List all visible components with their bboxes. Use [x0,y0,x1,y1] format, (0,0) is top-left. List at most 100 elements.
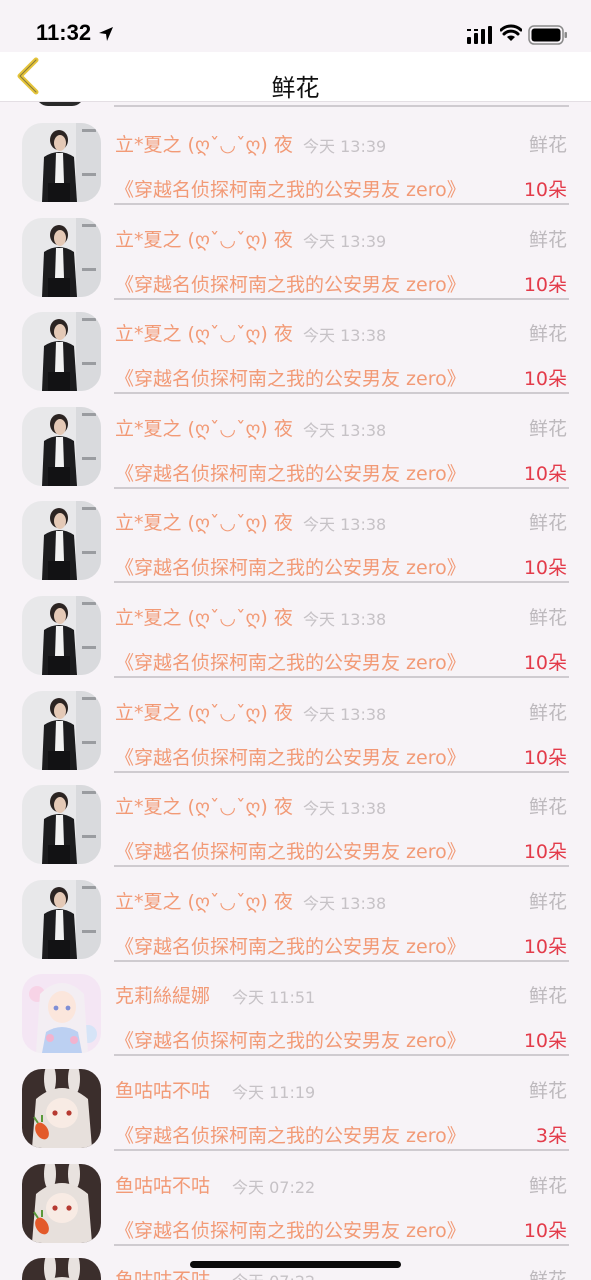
timestamp: 今天 11:19 [232,1083,316,1102]
list-item[interactable]: 立*夏之 (ღˇ◡ˇღ) 夜今天 13:38 鲜花《穿越名侦探柯南之我的公安男友 … [0,578,591,678]
status-time: 11:32 [36,20,92,45]
location-arrow-icon [99,27,113,41]
nav-bar: 鲜花 [0,52,591,102]
list-item[interactable]: 立*夏之 (ღˇ◡ˇღ) 夜今天 13:38 鲜花《穿越名侦探柯南之我的公安男友 … [0,673,591,773]
sender-name[interactable]: 立*夏之 (ღˇ◡ˇღ) 夜 [115,887,293,914]
gift-count: 10朵 [523,1219,567,1242]
book-title[interactable]: 《穿越名侦探柯南之我的公安男友 zero》 [115,553,466,580]
page-title: 鲜花 [271,74,320,102]
home-indicator[interactable] [190,1261,401,1268]
user-avatar-photo [22,974,101,1054]
user-avatar-photo [22,1163,101,1243]
list-item[interactable]: 克莉絲緹娜 今天 11:51 鲜花《穿越名侦探柯南之我的公安男友 zero》 10朵 [0,956,591,1057]
user-avatar-photo [22,123,101,202]
sender-name[interactable]: 立*夏之 (ღˇ◡ˇღ) 夜 [115,414,293,441]
timestamp: 今天 11:51 [232,988,316,1008]
timestamp: 今天 13:39 [303,137,387,156]
timestamp: 今天 13:38 [303,893,387,913]
sender-name[interactable]: 鱼咕咕不咕 [115,1076,210,1103]
list-item[interactable]: 立*夏之 (ღˇ◡ˇღ) 夜今天 13:39 鲜花 《穿越名侦探柯南之我的公安男友 … [0,200,591,300]
timestamp: 今天 07:22 [232,1268,315,1280]
screen: 11:32 鲜花 立*夏之 (ღˇ◡ˇღ) 夜 今天 13:39 鲜花 《穿越名… [0,0,591,1280]
gift-count: 10朵 [523,1030,567,1053]
user-avatar-photo [22,596,101,675]
avatar[interactable] [22,974,101,1054]
gift-count: 10朵 [523,652,567,674]
avatar[interactable] [22,596,101,675]
avatar[interactable] [22,690,101,770]
book-title[interactable]: 《穿越名侦探柯南之我的公安男友 zero》 [115,743,466,770]
user-avatar-photo [22,406,101,486]
avatar[interactable] [22,785,101,865]
timestamp: 今天 13:38 [303,704,387,724]
book-title[interactable]: 《穿越名侦探柯南之我的公安男友 zero》 [115,1121,466,1148]
gift-type: 鲜花 [528,134,567,156]
user-avatar-photo [22,879,101,959]
gift-count: 10朵 [523,841,567,864]
avatar[interactable] [22,406,101,486]
sender-name[interactable]: 立*夏之 (ღˇ◡ˇღ) 夜 [115,508,293,535]
status-bar: 11:32 [0,0,591,52]
list-item[interactable]: 立*夏之 (ღˇ◡ˇღ) 夜今天 13:38 鲜花 《穿越名侦探柯南之我的公安男友 … [0,862,591,962]
avatar[interactable] [22,1069,101,1148]
sender-name[interactable]: 鱼咕咕不咕 [115,1171,210,1198]
gift-type: 鲜花 [528,701,567,724]
list-item[interactable]: 鱼咕咕不咕 今天 07:22 鲜花 《穿越名侦探柯南之我的公安男友 zero》 10朵 [0,1146,591,1246]
book-title[interactable]: 《穿越名侦探柯南之我的公安男友 zero》 [115,364,466,391]
sender-name[interactable]: 克莉絲緹娜 [115,981,210,1008]
timestamp: 今天 13:39 [303,231,387,251]
avatar[interactable] [22,312,101,392]
user-avatar-photo [22,312,101,392]
avatar[interactable] [22,879,101,959]
gift-count: 3朵 [535,1125,567,1147]
book-title[interactable]: 《穿越名侦探柯南之我的公安男友 zero》 [115,175,466,202]
timestamp: 今天 13:38 [303,515,387,535]
cellular-signal-icon [467,26,492,44]
gift-type: 鲜花 [528,512,567,535]
timestamp: 今天 13:38 [303,420,387,440]
book-title[interactable]: 《穿越名侦探柯南之我的公安男友 zero》 [115,837,466,864]
book-title[interactable]: 《穿越名侦探柯南之我的公安男友 zero》 [115,648,466,675]
sender-name[interactable]: 立*夏之 (ღˇ◡ˇღ) 夜 [115,225,293,252]
book-title[interactable]: 《穿越名侦探柯南之我的公安男友 zero》 [115,270,466,297]
sender-name[interactable]: 立*夏之 (ღˇ◡ˇღ) 夜 [115,792,293,819]
list-item[interactable]: 立*夏之 (ღˇ◡ˇღ) 夜今天 13:38 鲜花《穿越名侦探柯南之我的公安男友 … [0,767,591,868]
avatar[interactable] [22,123,101,202]
user-avatar-photo [22,217,101,297]
gift-type: 鲜花 [528,796,567,819]
avatar[interactable] [22,1163,101,1243]
book-title[interactable]: 《穿越名侦探柯南之我的公安男友 zero》 [115,1216,466,1243]
gift-count: 10朵 [523,935,567,958]
gift-count: 10朵 [523,557,567,580]
book-title[interactable]: 《穿越名侦探柯南之我的公安男友 zero》 [115,1026,466,1053]
wifi-icon [500,24,522,41]
gift-type: 鲜花 [528,1174,567,1197]
gift-count: 10朵 [523,179,567,201]
sender-name[interactable]: 立*夏之 (ღˇ◡ˇღ) 夜 [115,698,293,725]
sender-name[interactable]: 立*夏之 (ღˇ◡ˇღ) 夜 [115,130,293,157]
book-title[interactable]: 《穿越名侦探柯南之我的公安男友 zero》 [115,932,466,959]
sender-name[interactable]: 立*夏之 (ღˇ◡ˇღ) 夜 [115,603,293,630]
user-avatar-photo [22,1258,101,1280]
list-item[interactable]: 立*夏之 (ღˇ◡ˇღ) 夜今天 13:39 鲜花《穿越名侦探柯南之我的公安男友 … [0,105,591,205]
user-avatar-photo [22,1069,101,1148]
timestamp: 今天 13:38 [303,610,387,629]
gift-count: 10朵 [523,462,567,485]
list-item[interactable]: 立*夏之 (ღˇ◡ˇღ) 夜今天 13:38 鲜花《穿越名侦探柯南之我的公安男友 … [0,294,591,395]
avatar[interactable] [22,501,101,581]
user-avatar-photo [22,690,101,770]
avatar[interactable] [22,1258,101,1280]
timestamp: 今天 13:38 [303,326,387,346]
list-item[interactable]: 立*夏之 (ღˇ◡ˇღ) 夜今天 13:38 鲜花 《穿越名侦探柯南之我的公安男友 … [0,389,591,489]
gift-type: 鲜花 [528,323,567,346]
gift-record-list[interactable]: 立*夏之 (ღˇ◡ˇღ) 夜今天 13:39 鲜花 《穿越名侦探柯南之我的公安男友 … [0,102,591,1280]
timestamp: 今天 13:38 [303,799,387,819]
list-item[interactable]: 立*夏之 (ღˇ◡ˇღ) 夜今天 13:38 鲜花《穿越名侦探柯南之我的公安男友 … [0,483,591,584]
gift-count: 10朵 [523,273,567,296]
avatar[interactable] [22,217,101,297]
gift-type: 鲜花 [528,607,567,629]
gift-type: 鲜花 [528,985,567,1008]
book-title[interactable]: 《穿越名侦探柯南之我的公安男友 zero》 [115,459,466,486]
list-item[interactable]: 鱼咕咕不咕 今天 11:19 鲜花 《穿越名侦探柯南之我的公安男友 zero》 3朵 [0,1051,591,1151]
sender-name[interactable]: 立*夏之 (ღˇ◡ˇღ) 夜 [115,319,293,346]
